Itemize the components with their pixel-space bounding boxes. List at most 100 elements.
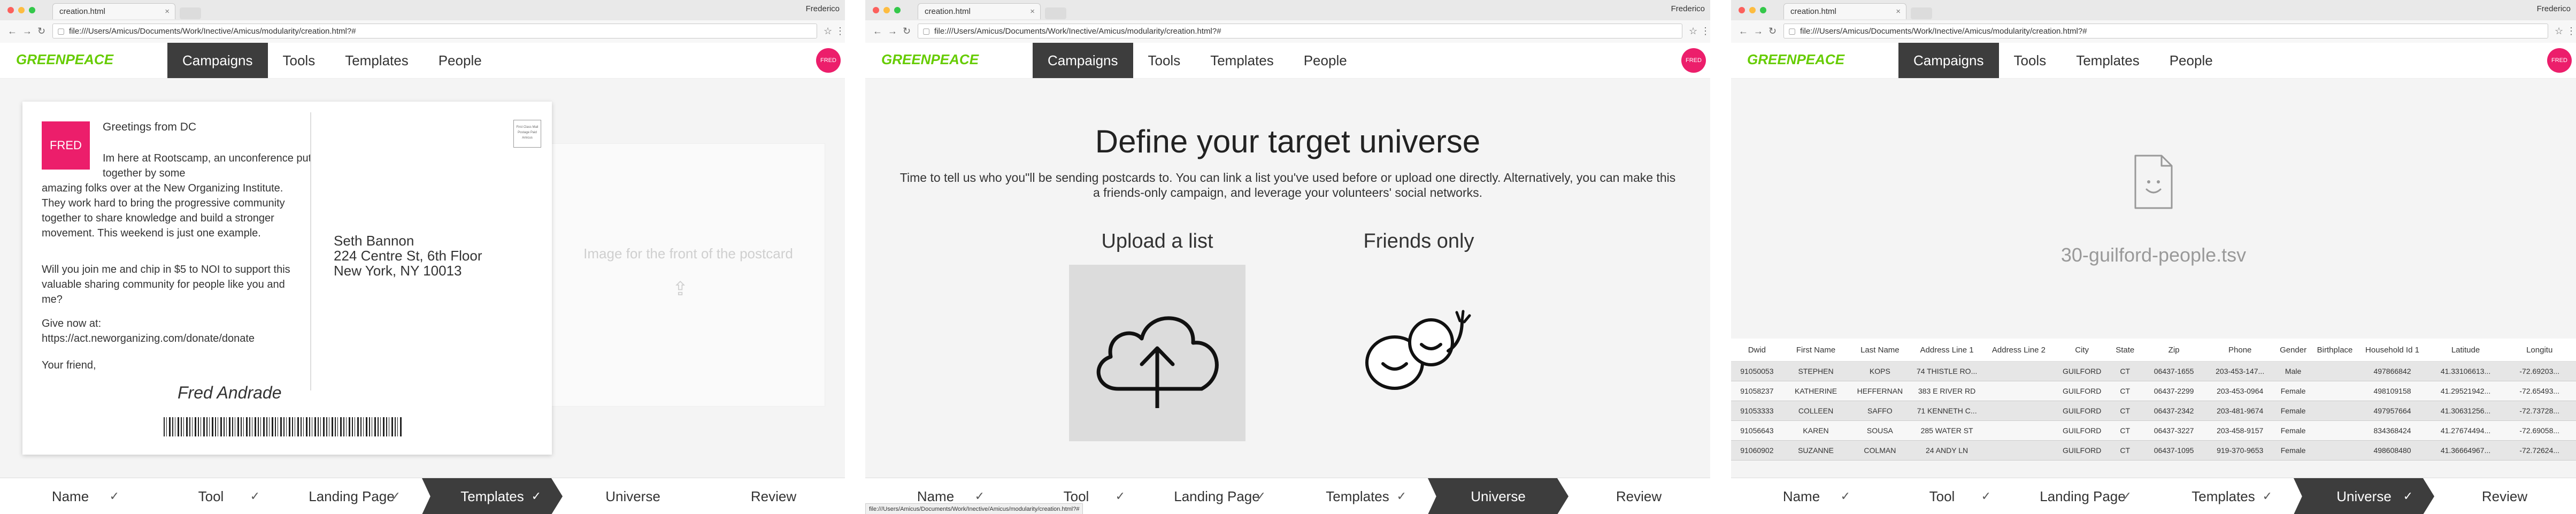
- forward-icon[interactable]: →: [1754, 26, 1763, 37]
- postcard-body-first[interactable]: Im here at Rootscamp, an unconference pu…: [103, 151, 317, 181]
- browser-menu-icon[interactable]: ⋮: [1701, 26, 1710, 37]
- greenpeace-logo[interactable]: GREENPEACE: [1747, 51, 1844, 68]
- menu-item-campaigns[interactable]: Campaigns: [1898, 43, 1999, 78]
- menu-item-campaigns[interactable]: Campaigns: [1033, 43, 1133, 78]
- profile-name[interactable]: Frederico: [806, 4, 840, 13]
- column-header[interactable]: First Name: [1782, 339, 1849, 362]
- back-icon[interactable]: ←: [7, 26, 17, 37]
- profile-name[interactable]: Frederico: [1671, 4, 1705, 13]
- step-universe[interactable]: Universe: [563, 478, 703, 514]
- column-header[interactable]: Longitu: [2503, 339, 2576, 362]
- bookmark-star-icon[interactable]: ☆: [824, 26, 832, 37]
- address-bar[interactable]: ▢ file:///Users/Amicus/Documents/Work/Ine…: [918, 24, 1682, 39]
- close-tab-icon[interactable]: ×: [165, 4, 170, 20]
- table-row[interactable]: 91050053 STEPHEN KOPS 74 THISTLE RO... GUILF…: [1731, 361, 2576, 381]
- maximize-window-button[interactable]: [1760, 7, 1766, 13]
- address-bar[interactable]: ▢ file:///Users/Amicus/Documents/Work/Ine…: [1783, 24, 2548, 39]
- table-row[interactable]: 91053333 COLLEEN SAFFO 71 KENNETH C... GUILF…: [1731, 401, 2576, 421]
- step-review[interactable]: Review: [703, 478, 844, 514]
- forward-icon[interactable]: →: [888, 26, 897, 37]
- back-icon[interactable]: ←: [873, 26, 882, 37]
- browser-tab[interactable]: creation.html ×: [918, 3, 1041, 19]
- table-row[interactable]: 91058237 KATHERINE HEFFERNAN 383 E RIVER RD…: [1731, 381, 2576, 401]
- menu-item-people[interactable]: People: [1289, 43, 1362, 78]
- browser-menu-icon[interactable]: ⋮: [835, 26, 845, 37]
- greenpeace-logo[interactable]: GREENPEACE: [881, 51, 979, 68]
- reload-icon[interactable]: ↻: [1768, 26, 1777, 37]
- step-templates[interactable]: Templates ✓: [1287, 478, 1428, 514]
- browser-tab[interactable]: creation.html ×: [52, 3, 175, 19]
- new-tab-button[interactable]: [180, 7, 201, 19]
- column-header[interactable]: Dwid: [1731, 339, 1783, 362]
- greenpeace-logo[interactable]: GREENPEACE: [16, 51, 113, 68]
- close-tab-icon[interactable]: ×: [1896, 4, 1901, 20]
- browser-menu-icon[interactable]: ⋮: [2566, 26, 2576, 37]
- bookmark-star-icon[interactable]: ☆: [1689, 26, 1697, 37]
- friends-only-button[interactable]: [1357, 300, 1480, 396]
- column-header[interactable]: Latitude: [2428, 339, 2503, 362]
- step-landing-page[interactable]: Landing Page ✓: [2012, 478, 2153, 514]
- address-bar[interactable]: ▢ file:///Users/Amicus/Documents/Work/Ine…: [52, 24, 817, 39]
- step-review[interactable]: Review: [2434, 478, 2575, 514]
- user-avatar[interactable]: FRED: [2547, 48, 2572, 73]
- step-review[interactable]: Review: [1568, 478, 1709, 514]
- menu-item-tools[interactable]: Tools: [268, 43, 330, 78]
- postcard-greeting[interactable]: Greetings from DC: [103, 121, 196, 134]
- menu-item-people[interactable]: People: [2155, 43, 2228, 78]
- column-header[interactable]: Zip: [2141, 339, 2207, 362]
- maximize-window-button[interactable]: [894, 7, 901, 13]
- postcard-ask[interactable]: Will you join me and chip in $5 to NOI t…: [42, 262, 304, 307]
- browser-tab[interactable]: creation.html ×: [1783, 3, 1906, 19]
- close-window-button[interactable]: [873, 7, 879, 13]
- table-row[interactable]: 91060902 SUZANNE COLMAN 24 ANDY LN GUILFORD C…: [1731, 440, 2576, 461]
- column-header[interactable]: Birthplace: [2313, 339, 2357, 362]
- step-templates[interactable]: Templates ✓: [422, 478, 563, 514]
- menu-item-people[interactable]: People: [424, 43, 497, 78]
- new-tab-button[interactable]: [1911, 7, 1932, 19]
- step-tool[interactable]: Tool ✓: [1872, 478, 2012, 514]
- close-tab-icon[interactable]: ×: [1030, 4, 1035, 20]
- step-universe[interactable]: Universe: [1428, 478, 1568, 514]
- close-window-button[interactable]: [7, 7, 14, 13]
- column-header[interactable]: Gender: [2273, 339, 2313, 362]
- postcard-body[interactable]: amazing folks over at the New Organizing…: [42, 181, 304, 241]
- step-landing-page[interactable]: Landing Page ✓: [1147, 478, 1287, 514]
- reload-icon[interactable]: ↻: [37, 26, 45, 37]
- step-universe[interactable]: Universe ✓: [2294, 478, 2434, 514]
- bookmark-star-icon[interactable]: ☆: [2555, 26, 2563, 37]
- menu-item-tools[interactable]: Tools: [1133, 43, 1196, 78]
- column-header[interactable]: Last Name: [1849, 339, 1911, 362]
- back-icon[interactable]: ←: [1739, 26, 1748, 37]
- menu-item-templates[interactable]: Templates: [2061, 43, 2155, 78]
- column-header[interactable]: Address Line 1: [1911, 339, 1983, 362]
- maximize-window-button[interactable]: [29, 7, 35, 13]
- close-window-button[interactable]: [1739, 7, 1745, 13]
- profile-name[interactable]: Frederico: [2537, 4, 2571, 13]
- column-header[interactable]: Phone: [2206, 339, 2273, 362]
- menu-item-campaigns[interactable]: Campaigns: [167, 43, 268, 78]
- minimize-window-button[interactable]: [18, 7, 25, 13]
- user-avatar[interactable]: FRED: [1681, 48, 1706, 73]
- column-header[interactable]: City: [2055, 339, 2110, 362]
- reload-icon[interactable]: ↻: [903, 26, 911, 37]
- menu-item-templates[interactable]: Templates: [330, 43, 424, 78]
- minimize-window-button[interactable]: [1749, 7, 1756, 13]
- column-header[interactable]: State: [2109, 339, 2141, 362]
- table-row[interactable]: 91056643 KAREN SOUSA 285 WATER ST GUILFORD CT…: [1731, 420, 2576, 441]
- new-tab-button[interactable]: [1045, 7, 1066, 19]
- step-landing-page[interactable]: Landing Page ✓: [281, 478, 422, 514]
- menu-item-tools[interactable]: Tools: [1999, 43, 2062, 78]
- menu-item-templates[interactable]: Templates: [1195, 43, 1289, 78]
- step-name[interactable]: Name ✓: [0, 478, 141, 514]
- postcard-front-dropzone[interactable]: Image for the front of the postcard ⇪: [552, 143, 825, 406]
- postcard-closing[interactable]: Your friend,: [42, 359, 96, 372]
- minimize-window-button[interactable]: [883, 7, 890, 13]
- step-tool[interactable]: Tool ✓: [141, 478, 281, 514]
- upload-list-button[interactable]: [1069, 265, 1245, 441]
- step-templates[interactable]: Templates ✓: [2153, 478, 2294, 514]
- column-header[interactable]: Address Line 2: [1982, 339, 2055, 362]
- donate-link[interactable]: https://act.neworganizing.com/donate/don…: [42, 333, 255, 345]
- step-name[interactable]: Name ✓: [1731, 478, 1872, 514]
- user-avatar[interactable]: FRED: [816, 48, 841, 73]
- column-header[interactable]: Household Id 1: [2356, 339, 2428, 362]
